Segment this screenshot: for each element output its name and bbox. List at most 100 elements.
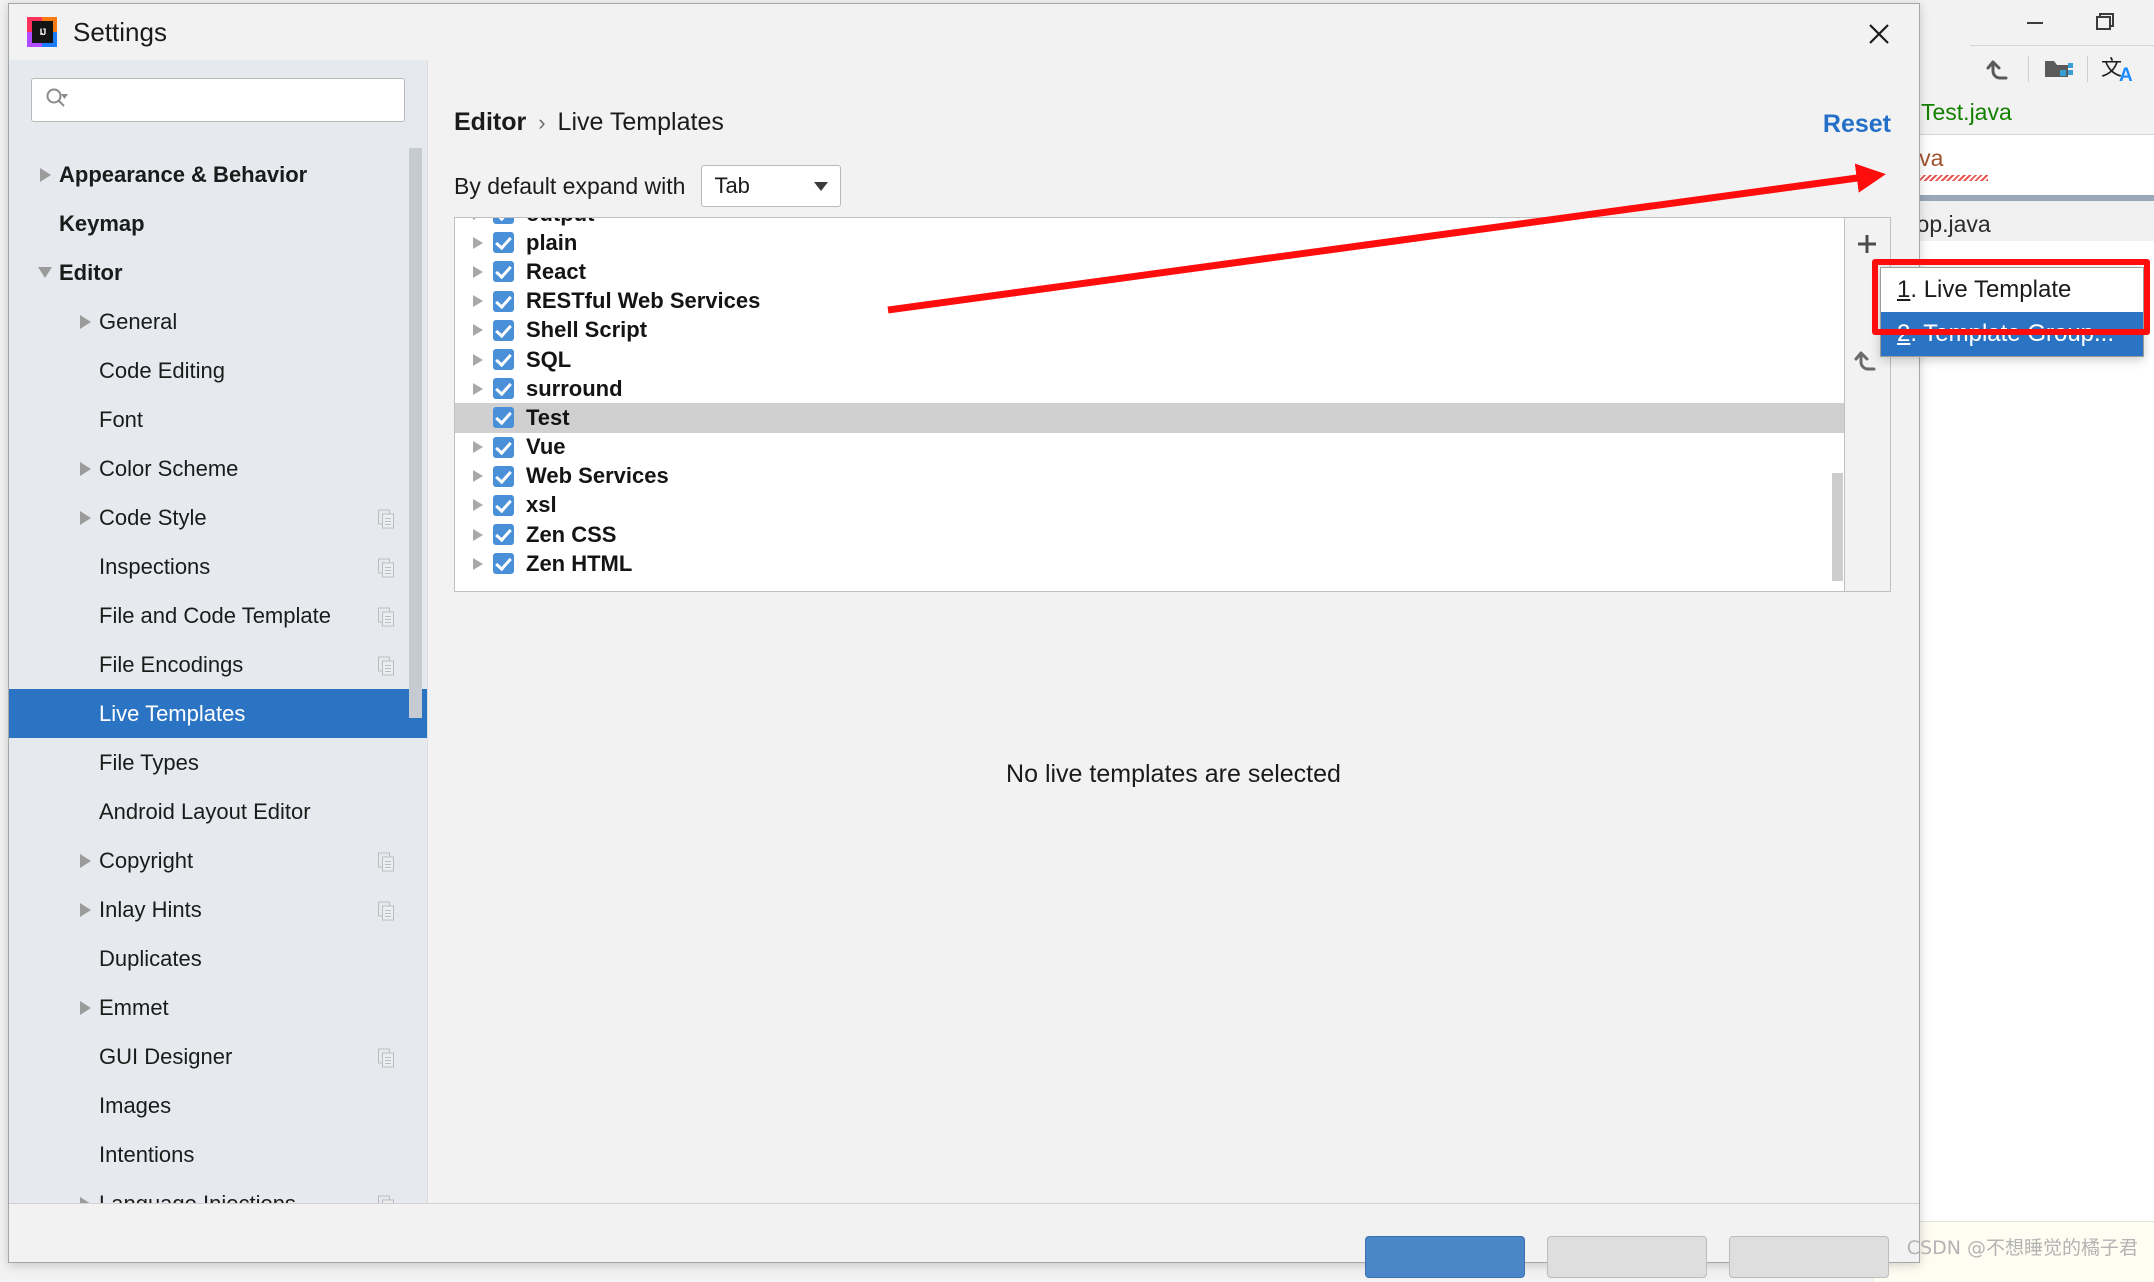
chevron-right-icon[interactable]: [463, 353, 493, 366]
sidebar-item-color-scheme[interactable]: Color Scheme: [9, 444, 427, 493]
sidebar-scrollbar[interactable]: [409, 148, 422, 718]
search-input[interactable]: [78, 88, 392, 112]
chevron-right-icon[interactable]: [463, 218, 493, 220]
template-group-row[interactable]: Test: [455, 403, 1844, 433]
template-group-checkbox[interactable]: [493, 349, 514, 371]
template-group-checkbox[interactable]: [493, 218, 514, 225]
chevron-right-icon[interactable]: [71, 461, 99, 476]
template-group-row[interactable]: Zen HTML: [455, 549, 1844, 578]
template-group-label: Shell Script: [526, 317, 648, 343]
sidebar-item-general[interactable]: General: [9, 297, 427, 346]
template-group-checkbox[interactable]: [493, 407, 514, 429]
template-group-row[interactable]: Shell Script: [455, 316, 1844, 345]
sidebar-item-emmet[interactable]: Emmet: [9, 983, 427, 1032]
template-group-row[interactable]: RESTful Web Services: [455, 287, 1844, 316]
search-box[interactable]: [31, 78, 405, 122]
template-group-checkbox[interactable]: [493, 290, 514, 312]
translate-icon[interactable]: 文 A: [2088, 47, 2146, 91]
template-group-row[interactable]: surround: [455, 374, 1844, 403]
breadcrumb-root[interactable]: Editor: [454, 108, 526, 137]
sidebar-item-images[interactable]: Images: [9, 1081, 427, 1130]
template-group-checkbox[interactable]: [493, 553, 514, 575]
template-group-checkbox[interactable]: [493, 494, 514, 516]
template-group-row[interactable]: Web Services: [455, 462, 1844, 491]
template-group-label: RESTful Web Services: [526, 288, 761, 314]
chevron-right-icon[interactable]: [71, 510, 99, 525]
template-group-checkbox[interactable]: [493, 465, 514, 487]
sidebar-item-code-editing[interactable]: Code Editing: [9, 346, 427, 395]
copy-settings-icon: [378, 851, 395, 871]
sidebar-item-inlay-hints[interactable]: Inlay Hints: [9, 885, 427, 934]
cancel-button[interactable]: [1547, 1236, 1707, 1278]
sidebar-item-label: Code Style: [99, 504, 207, 530]
chevron-right-icon[interactable]: [463, 557, 493, 570]
template-group-checkbox[interactable]: [493, 436, 514, 458]
chevron-right-icon[interactable]: [71, 1000, 99, 1015]
chevron-right-icon[interactable]: [463, 499, 493, 512]
restore-button[interactable]: [2090, 7, 2120, 37]
chevron-right-icon[interactable]: [71, 853, 99, 868]
sidebar-item-live-templates[interactable]: Live Templates: [9, 689, 427, 738]
chevron-right-icon[interactable]: [463, 441, 493, 454]
chevron-right-icon[interactable]: [71, 902, 99, 917]
sidebar-item-gui-designer[interactable]: GUI Designer: [9, 1032, 427, 1081]
sidebar-item-intentions[interactable]: Intentions: [9, 1130, 427, 1179]
sidebar-item-file-and-code-template[interactable]: File and Code Template: [9, 591, 427, 640]
sidebar-item-language-injections[interactable]: Language Injections: [9, 1179, 427, 1204]
sidebar-item-label: Language Injections: [99, 1190, 296, 1205]
chevron-right-icon[interactable]: [463, 324, 493, 337]
chevron-right-icon[interactable]: [31, 167, 59, 182]
template-group-row[interactable]: SQL: [455, 345, 1844, 374]
minimize-button[interactable]: [2020, 7, 2050, 37]
sidebar-item-file-encodings[interactable]: File Encodings: [9, 640, 427, 689]
template-group-row[interactable]: plain: [455, 228, 1844, 257]
sidebar-item-duplicates[interactable]: Duplicates: [9, 934, 427, 983]
search-wrapper: [9, 60, 427, 136]
template-group-row[interactable]: React: [455, 257, 1844, 286]
template-group-checkbox[interactable]: [493, 232, 514, 254]
chevron-right-icon[interactable]: [463, 470, 493, 483]
sidebar-item-label: Code Editing: [99, 357, 225, 383]
template-group-row[interactable]: xsl: [455, 491, 1844, 520]
chevron-right-icon[interactable]: [463, 382, 493, 395]
template-group-list[interactable]: output plain React RESTful Web Services Shel…: [454, 217, 1845, 592]
add-template-button[interactable]: [1845, 218, 1889, 270]
sidebar-item-keymap[interactable]: Keymap: [9, 199, 427, 248]
chevron-right-icon[interactable]: [463, 295, 493, 308]
sidebar-item-font[interactable]: Font: [9, 395, 427, 444]
sidebar-item-label: File Types: [99, 749, 199, 775]
folder-module-icon[interactable]: [2029, 47, 2087, 91]
template-group-checkbox[interactable]: [493, 319, 514, 341]
expand-with-select[interactable]: Tab: [701, 165, 842, 207]
template-group-row[interactable]: Zen CSS: [455, 520, 1844, 549]
template-group-checkbox[interactable]: [493, 524, 514, 546]
sidebar-item-android-layout-editor[interactable]: Android Layout Editor: [9, 787, 427, 836]
sidebar-item-appearance-behavior[interactable]: Appearance & Behavior: [9, 150, 427, 199]
reset-link[interactable]: Reset: [1823, 110, 1891, 139]
template-list-scrollbar[interactable]: [1832, 473, 1843, 581]
ok-button[interactable]: [1365, 1236, 1525, 1278]
chevron-down-icon[interactable]: [31, 267, 59, 278]
chevron-right-icon[interactable]: [463, 528, 493, 541]
menu-item-live-template[interactable]: 1. Live Template: [1881, 268, 2143, 312]
sidebar-item-code-style[interactable]: Code Style: [9, 493, 427, 542]
close-icon[interactable]: [1853, 12, 1905, 56]
chevron-right-icon[interactable]: [71, 314, 99, 329]
breadcrumb: Editor › Live Templates: [454, 108, 724, 137]
apply-button[interactable]: [1729, 1236, 1889, 1278]
chevron-right-icon[interactable]: [463, 265, 493, 278]
template-group-row[interactable]: output: [455, 218, 1844, 228]
sidebar-item-label: Live Templates: [99, 700, 246, 726]
sidebar-item-inspections[interactable]: Inspections: [9, 542, 427, 591]
sidebar-item-file-types[interactable]: File Types: [9, 738, 427, 787]
menu-item-template-group[interactable]: 2. Template Group...: [1881, 312, 2143, 356]
sidebar-item-editor[interactable]: Editor: [9, 248, 427, 297]
sidebar-item-label: GUI Designer: [99, 1043, 233, 1069]
chevron-right-icon[interactable]: [463, 236, 493, 249]
editor-tab-label[interactable]: Test.java: [1921, 99, 2012, 126]
undo-icon[interactable]: [1970, 47, 2028, 91]
template-group-row[interactable]: Vue: [455, 433, 1844, 462]
sidebar-item-copyright[interactable]: Copyright: [9, 836, 427, 885]
template-group-checkbox[interactable]: [493, 378, 514, 400]
template-group-checkbox[interactable]: [493, 261, 514, 283]
